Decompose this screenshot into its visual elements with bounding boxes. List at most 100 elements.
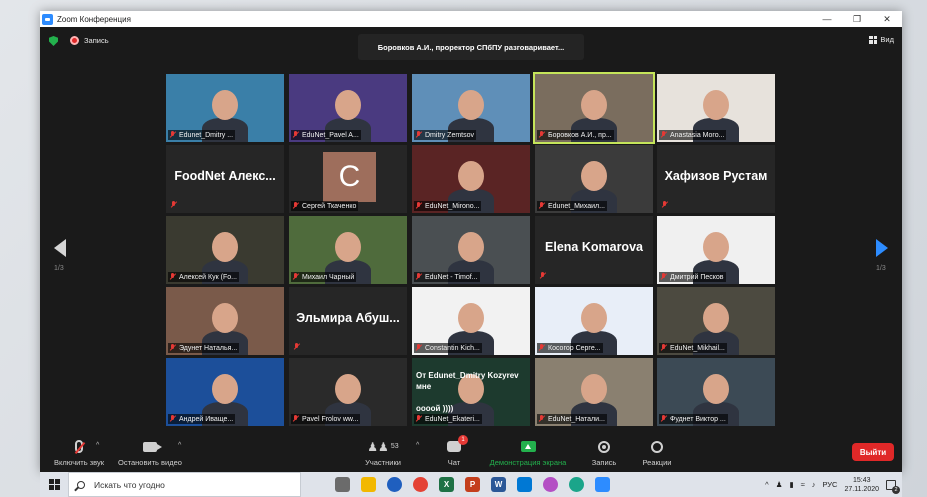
participant-tile[interactable]: Боровков А.И., пр... <box>533 72 655 144</box>
participants-caret-icon[interactable]: ^ <box>416 442 419 449</box>
paint-icon[interactable] <box>543 477 558 492</box>
close-icon[interactable]: ✕ <box>872 11 902 27</box>
participant-tile[interactable]: Pavel Frolov ww... <box>289 358 407 426</box>
mic-muted-icon <box>293 343 301 351</box>
participant-tile[interactable]: Эльмира Абуш... <box>289 287 407 355</box>
mic-muted-icon <box>292 131 300 139</box>
participant-nametag: Сергей Ткаченко <box>291 201 359 211</box>
mic-muted-icon <box>660 273 668 281</box>
participant-name-large: Хафизов Рустам <box>664 169 768 183</box>
task-view-icon[interactable] <box>335 477 350 492</box>
participant-nametag: Боровков А.И., пр... <box>537 130 614 140</box>
wifi-icon[interactable]: ≈ <box>801 480 805 489</box>
taskbar-search-box[interactable]: Искать что угодно <box>68 472 301 497</box>
participant-face <box>703 374 729 404</box>
mic-muted-icon <box>170 201 178 209</box>
clock-date: 27.11.2020 <box>844 485 879 493</box>
participant-tile[interactable]: Anastasia Moro... <box>657 74 775 142</box>
chrome-icon[interactable] <box>413 477 428 492</box>
restore-icon[interactable]: ❐ <box>842 11 872 27</box>
participant-tile[interactable]: C Сергей Ткаченко <box>289 145 407 213</box>
participant-nametag: Edunet_Dmitry ... <box>168 130 236 140</box>
participant-nametag: Pavel Frolov ww... <box>291 414 361 424</box>
word-icon[interactable]: W <box>491 477 506 492</box>
participant-tile[interactable]: Edunet_Dmitry ... <box>166 74 284 142</box>
participant-name: Dmitry Zemtsov <box>425 131 474 139</box>
participant-tile[interactable]: Дмитрий Песков <box>657 216 775 284</box>
language-indicator[interactable]: РУС <box>822 480 837 489</box>
participant-tile[interactable]: Андрей Иваще... <box>166 358 284 426</box>
participant-nametag: EduNet_Mikhail... <box>659 343 727 353</box>
participant-tile[interactable]: Фуднет Виктор ... <box>657 358 775 426</box>
mic-muted-icon <box>415 415 423 423</box>
camera-icon <box>143 441 162 452</box>
chat-button[interactable]: 1 Чат <box>440 435 468 467</box>
unmute-button[interactable]: Включить звук <box>46 438 112 467</box>
recording-icon <box>70 36 79 45</box>
shield-icon[interactable] <box>49 36 58 46</box>
record-button[interactable]: Запись <box>584 438 624 467</box>
zoom-taskbar-icon[interactable] <box>595 477 610 492</box>
reactions-label: Реакции <box>642 458 672 467</box>
powerpoint-icon[interactable]: P <box>465 477 480 492</box>
participant-face <box>581 303 607 333</box>
participant-tile[interactable]: EduNet_Mirono... <box>412 145 530 213</box>
participant-face <box>581 90 607 120</box>
reactions-icon <box>651 440 663 453</box>
clock[interactable]: 15:43 27.11.2020 <box>844 476 879 494</box>
next-page-button[interactable]: 1/3 <box>876 239 888 272</box>
participant-tile[interactable]: Алексей Кук (Fo... <box>166 216 284 284</box>
person-icon[interactable]: ♟ <box>776 480 783 489</box>
participant-tile[interactable]: FoodNet Алекс... <box>166 145 284 213</box>
stop-video-label: Остановить видео <box>118 458 182 467</box>
participant-nametag: EduNet_Pavel A... <box>291 130 361 140</box>
participant-tile[interactable]: EduNet - Timof... <box>412 216 530 284</box>
participant-tile[interactable]: Хафизов Рустам <box>657 145 775 213</box>
battery-icon[interactable]: ▮ <box>789 480 793 489</box>
participant-tile[interactable]: EduNet_Pavel A... <box>289 74 407 142</box>
video-options-caret-icon[interactable]: ^ <box>178 442 181 449</box>
view-button[interactable]: Вид <box>869 35 894 44</box>
participant-tile[interactable]: Elena Komarova <box>535 216 653 284</box>
participant-face <box>581 161 607 191</box>
participant-face <box>212 374 238 404</box>
prev-page-button[interactable]: 1/3 <box>54 239 66 272</box>
participant-tile[interactable]: Эдунет Наталья... <box>166 287 284 355</box>
skype-icon[interactable] <box>387 477 402 492</box>
stop-video-button[interactable]: Остановить видео <box>114 438 186 467</box>
view-label: Вид <box>880 35 894 44</box>
volume-icon[interactable]: ♪ <box>812 480 816 489</box>
participant-name: EduNet_Mikhail... <box>670 344 725 352</box>
tray-expand-icon[interactable]: ^ <box>765 480 769 489</box>
minimize-icon[interactable]: — <box>812 11 842 27</box>
participant-name: Эдунет Наталья... <box>179 344 238 352</box>
participant-name: EduNet_Mirono... <box>425 202 480 210</box>
share-screen-button[interactable]: Демонстрация экрана <box>482 438 574 467</box>
excel-icon[interactable]: X <box>439 477 454 492</box>
participant-tile[interactable]: Edunet_Михаил... <box>535 145 653 213</box>
participant-tile[interactable]: Михаил Чарный <box>289 216 407 284</box>
mic-muted-icon <box>169 273 177 281</box>
participants-button[interactable]: ♟♟ 53 Участники <box>360 438 406 468</box>
mic-muted-icon <box>538 202 546 210</box>
edge-icon[interactable] <box>569 477 584 492</box>
reactions-button[interactable]: Реакции <box>636 438 678 467</box>
grid-view-icon <box>869 35 878 44</box>
participant-nametag: EduNet - Timof... <box>414 272 480 282</box>
participant-face <box>212 90 238 120</box>
share-screen-icon <box>520 441 536 452</box>
edge-legacy-icon[interactable] <box>517 477 532 492</box>
participant-tile[interactable]: Косогор Серге... <box>535 287 653 355</box>
notification-icon[interactable]: 2 <box>886 479 900 494</box>
participant-tile[interactable]: От Edunet_Dmitry Kozyrev мне оооой )))) E… <box>412 358 530 426</box>
audio-options-caret-icon[interactable]: ^ <box>96 442 99 449</box>
chat-preview-overlay: От Edunet_Dmitry Kozyrev мне оооой )))) <box>416 371 519 413</box>
start-button[interactable] <box>40 472 68 497</box>
leave-button[interactable]: Выйти <box>852 443 894 461</box>
participant-tile[interactable]: Constantin Kich... <box>412 287 530 355</box>
participant-tile[interactable]: EduNet_Mikhail... <box>657 287 775 355</box>
file-explorer-icon[interactable] <box>361 477 376 492</box>
participant-avatar: C <box>323 152 376 202</box>
participant-tile[interactable]: Dmitry Zemtsov <box>412 74 530 142</box>
participant-tile[interactable]: EduNet_Натали... <box>535 358 653 426</box>
